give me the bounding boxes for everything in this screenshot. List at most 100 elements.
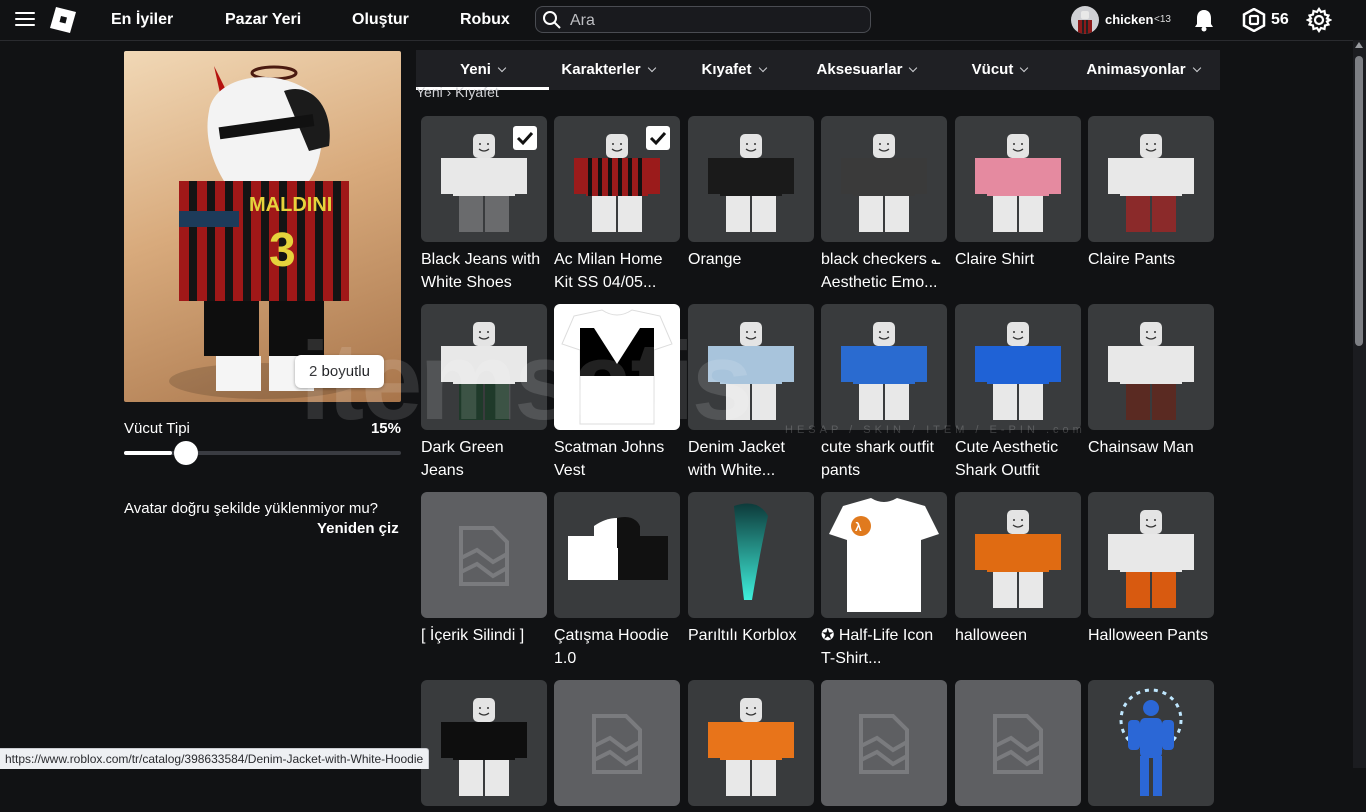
catalog-item[interactable]: Cute Aesthetic Shark Outfit	[955, 304, 1081, 482]
user-avatar[interactable]	[1071, 6, 1099, 34]
catalog-item[interactable]: black checkers ؎ Aesthetic Emo...	[821, 116, 947, 294]
catalog-item[interactable]	[688, 680, 814, 812]
catalog-item[interactable]: halloween	[955, 492, 1081, 647]
item-name[interactable]: halloween	[955, 624, 1081, 647]
bell-icon[interactable]	[1193, 8, 1215, 32]
robux-icon[interactable]	[1242, 8, 1266, 32]
nav-robux[interactable]: Robux	[460, 11, 510, 29]
item-thumbnail[interactable]	[955, 304, 1081, 430]
item-thumbnail[interactable]	[554, 116, 680, 242]
nav-top-experiences[interactable]: En İyiler	[111, 11, 173, 29]
item-thumbnail[interactable]	[688, 680, 814, 806]
item-name[interactable]: Orange	[688, 248, 814, 271]
item-name[interactable]: Halloween Pants	[1088, 624, 1214, 647]
item-name[interactable]: Claire Shirt	[955, 248, 1081, 271]
catalog-item[interactable]: Çatışma Hoodie 1.0	[554, 492, 680, 670]
tab-2[interactable]: Kıyafet	[667, 50, 800, 90]
item-thumbnail[interactable]	[821, 116, 947, 242]
item-name[interactable]: Çatışma Hoodie 1.0	[554, 624, 680, 670]
catalog-item[interactable]	[554, 680, 680, 812]
deleted-content-icon[interactable]	[955, 680, 1081, 806]
deleted-content-icon[interactable]	[821, 680, 947, 806]
catalog-item[interactable]: Chainsaw Man	[1088, 304, 1214, 459]
nav-create[interactable]: Oluştur	[352, 11, 409, 29]
item-thumbnail[interactable]	[554, 492, 680, 618]
item-thumbnail[interactable]	[421, 116, 547, 242]
redraw-link[interactable]: Yeniden çiz	[317, 520, 399, 537]
avatar-preview: MALDINI 3	[124, 51, 401, 402]
equipped-check-icon[interactable]	[646, 126, 670, 150]
catalog-item[interactable]: Halloween Pants	[1088, 492, 1214, 647]
item-name[interactable]: Parıltılı Korblox	[688, 624, 814, 647]
item-thumbnail[interactable]	[1088, 492, 1214, 618]
gear-icon[interactable]	[1306, 7, 1332, 33]
tab-label: Aksesuarlar	[816, 61, 903, 78]
item-thumbnail[interactable]	[554, 304, 680, 430]
tab-1[interactable]: Karakterler	[549, 50, 667, 90]
chevron-down-icon	[1020, 63, 1029, 73]
scroll-up-arrow-icon[interactable]	[1355, 42, 1363, 48]
item-name[interactable]: [ İçerik Silindi ]	[421, 624, 547, 647]
catalog-item[interactable]: Scatman Johns Vest	[554, 304, 680, 482]
catalog-item[interactable]: Denim Jacket with White...	[688, 304, 814, 482]
nav-marketplace[interactable]: Pazar Yeri	[225, 11, 301, 29]
item-thumbnail[interactable]	[1088, 116, 1214, 242]
catalog-item[interactable]: cute shark outfit pants	[821, 304, 947, 482]
body-type-slider-knob[interactable]	[174, 441, 198, 465]
breadcrumb[interactable]: Yeni › Kıyafet	[416, 84, 499, 100]
username[interactable]: chicken	[1105, 12, 1153, 27]
deleted-content-icon[interactable]	[554, 680, 680, 806]
item-thumbnail[interactable]	[688, 492, 814, 618]
catalog-item[interactable]: Orange	[688, 116, 814, 271]
catalog-item[interactable]	[955, 680, 1081, 812]
item-name[interactable]: Chainsaw Man	[1088, 436, 1214, 459]
menu-icon[interactable]	[15, 12, 35, 28]
catalog-item[interactable]: Ac Milan Home Kit SS 04/05...	[554, 116, 680, 294]
chevron-down-icon	[909, 63, 918, 73]
item-name[interactable]: Black Jeans with White Shoes	[421, 248, 547, 294]
item-thumbnail[interactable]	[421, 680, 547, 806]
item-thumbnail[interactable]	[421, 304, 547, 430]
item-name[interactable]: cute shark outfit pants	[821, 436, 947, 482]
item-name[interactable]: Denim Jacket with White...	[688, 436, 814, 482]
item-thumbnail[interactable]	[955, 116, 1081, 242]
catalog-item[interactable]	[1088, 680, 1214, 812]
roblox-logo[interactable]	[50, 7, 76, 33]
catalog-item[interactable]: Black Jeans with White Shoes	[421, 116, 547, 294]
search-input[interactable]	[568, 10, 862, 32]
item-thumbnail[interactable]	[955, 492, 1081, 618]
item-name[interactable]: Ac Milan Home Kit SS 04/05...	[554, 248, 680, 294]
tab-4[interactable]: Vücut	[933, 50, 1066, 90]
item-thumbnail[interactable]	[1088, 680, 1214, 806]
tab-label: Yeni	[460, 61, 491, 78]
item-name[interactable]: ✪ Half-Life Icon T-Shirt...	[821, 624, 947, 670]
tab-3[interactable]: Aksesuarlar	[800, 50, 933, 90]
item-thumbnail[interactable]	[688, 304, 814, 430]
item-thumbnail[interactable]	[1088, 304, 1214, 430]
catalog-item[interactable]	[421, 680, 547, 812]
item-thumbnail[interactable]	[688, 116, 814, 242]
scrollbar-thumb[interactable]	[1355, 56, 1363, 346]
catalog-item[interactable]: Parıltılı Korblox	[688, 492, 814, 647]
item-name[interactable]: Claire Pants	[1088, 248, 1214, 271]
avatar-load-question: Avatar doğru şekilde yüklenmiyor mu?	[124, 500, 379, 517]
catalog-item[interactable]: [ İçerik Silindi ]	[421, 492, 547, 647]
equipped-check-icon[interactable]	[513, 126, 537, 150]
item-thumbnail[interactable]	[821, 304, 947, 430]
catalog-item[interactable]: Dark Green Jeans	[421, 304, 547, 482]
item-name[interactable]: Dark Green Jeans	[421, 436, 547, 482]
catalog-item[interactable]: Claire Pants	[1088, 116, 1214, 271]
item-name[interactable]: Cute Aesthetic Shark Outfit	[955, 436, 1081, 482]
deleted-content-icon[interactable]	[421, 492, 547, 618]
item-thumbnail[interactable]: λ	[821, 492, 947, 618]
tab-5[interactable]: Animasyonlar	[1066, 50, 1220, 90]
view-2d-toggle-button[interactable]: 2 boyutlu	[295, 355, 384, 388]
item-name[interactable]: black checkers ؎ Aesthetic Emo...	[821, 248, 947, 294]
robux-balance[interactable]: 56	[1271, 11, 1289, 29]
catalog-item[interactable]	[821, 680, 947, 812]
item-name[interactable]: Scatman Johns Vest	[554, 436, 680, 482]
tab-label: Animasyonlar	[1086, 61, 1186, 78]
catalog-item[interactable]: Claire Shirt	[955, 116, 1081, 271]
catalog-item[interactable]: λ ✪ Half-Life Icon T-Shirt...	[821, 492, 947, 670]
svg-text:3: 3	[269, 224, 296, 277]
